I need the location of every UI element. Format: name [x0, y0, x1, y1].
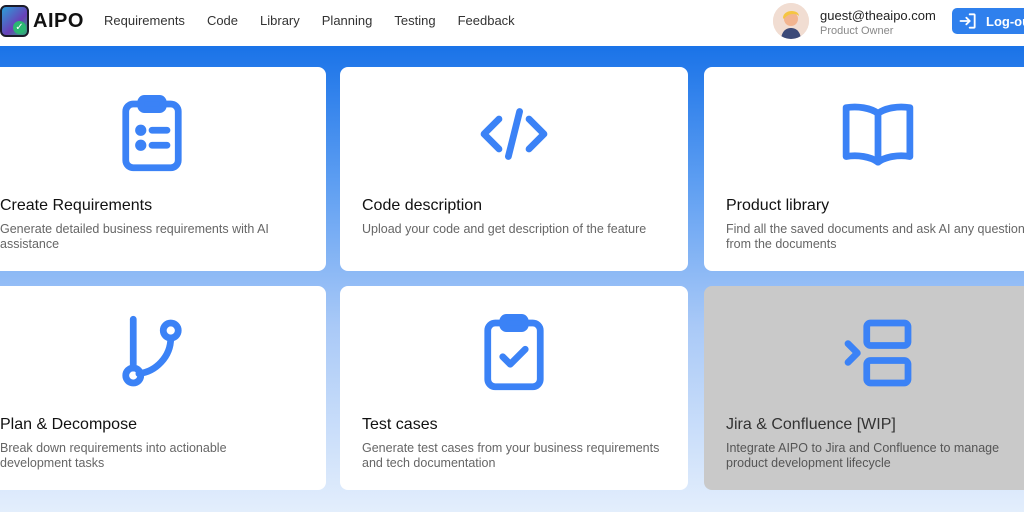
user-info: guest@theaipo.com Product Owner	[820, 8, 936, 37]
brand-name: AIPO	[33, 9, 84, 32]
logout-label: Log-out	[986, 13, 1024, 29]
card-product-library[interactable]: Product library Find all the saved docum…	[704, 67, 1024, 271]
card-plan-decompose[interactable]: Plan & Decompose Break down requirements…	[0, 286, 326, 490]
card-title: Jira & Confluence [WIP]	[726, 416, 896, 433]
card-description: Integrate AIPO to Jira and Confluence to…	[726, 441, 1000, 470]
card-create-requirements[interactable]: Create Requirements Generate detailed bu…	[0, 67, 326, 271]
branch-icon	[0, 308, 326, 398]
logo-icon: ✓	[0, 5, 29, 37]
nav-item-feedback[interactable]: Feedback	[458, 13, 515, 28]
card-description: Upload your code and get description of …	[362, 222, 647, 236]
integration-icon	[704, 308, 1024, 398]
main-nav: Requirements Code Library Planning Testi…	[104, 13, 537, 28]
logo[interactable]: ✓ AIPO	[0, 5, 84, 37]
avatar[interactable]	[773, 3, 809, 39]
card-title: Code description	[362, 197, 483, 214]
nav-item-planning[interactable]: Planning	[322, 13, 373, 28]
logout-icon	[959, 13, 976, 29]
book-icon	[704, 89, 1024, 179]
card-description: Find all the saved documents and ask AI …	[726, 222, 1024, 251]
card-title: Plan & Decompose	[0, 416, 137, 433]
nav-item-testing[interactable]: Testing	[394, 13, 435, 28]
nav-item-library[interactable]: Library	[260, 13, 300, 28]
card-title: Create Requirements	[0, 197, 153, 214]
nav-item-requirements[interactable]: Requirements	[104, 13, 185, 28]
logout-button[interactable]: Log-out	[952, 8, 1024, 34]
card-description: Break down requirements into actionable …	[0, 441, 227, 470]
card-title: Product library	[726, 197, 830, 214]
dashboard-area: Create Requirements Generate detailed bu…	[0, 46, 1024, 512]
top-navigation-bar: ✓ AIPO Requirements Code Library Plannin…	[0, 0, 1024, 46]
card-description: Generate detailed business requirements …	[0, 222, 269, 251]
user-email: guest@theaipo.com	[820, 8, 936, 23]
clipboard-check-icon	[340, 308, 688, 398]
nav-item-code[interactable]: Code	[207, 13, 238, 28]
card-description: Generate test cases from your business r…	[362, 441, 660, 470]
card-test-cases[interactable]: Test cases Generate test cases from your…	[340, 286, 688, 490]
user-role: Product Owner	[820, 25, 894, 37]
card-jira-confluence[interactable]: Jira & Confluence [WIP] Integrate AIPO t…	[704, 286, 1024, 490]
card-title: Test cases	[362, 416, 438, 433]
card-code-description[interactable]: Code description Upload your code and ge…	[340, 67, 688, 271]
clipboard-list-icon	[0, 89, 326, 179]
code-icon	[340, 89, 688, 179]
